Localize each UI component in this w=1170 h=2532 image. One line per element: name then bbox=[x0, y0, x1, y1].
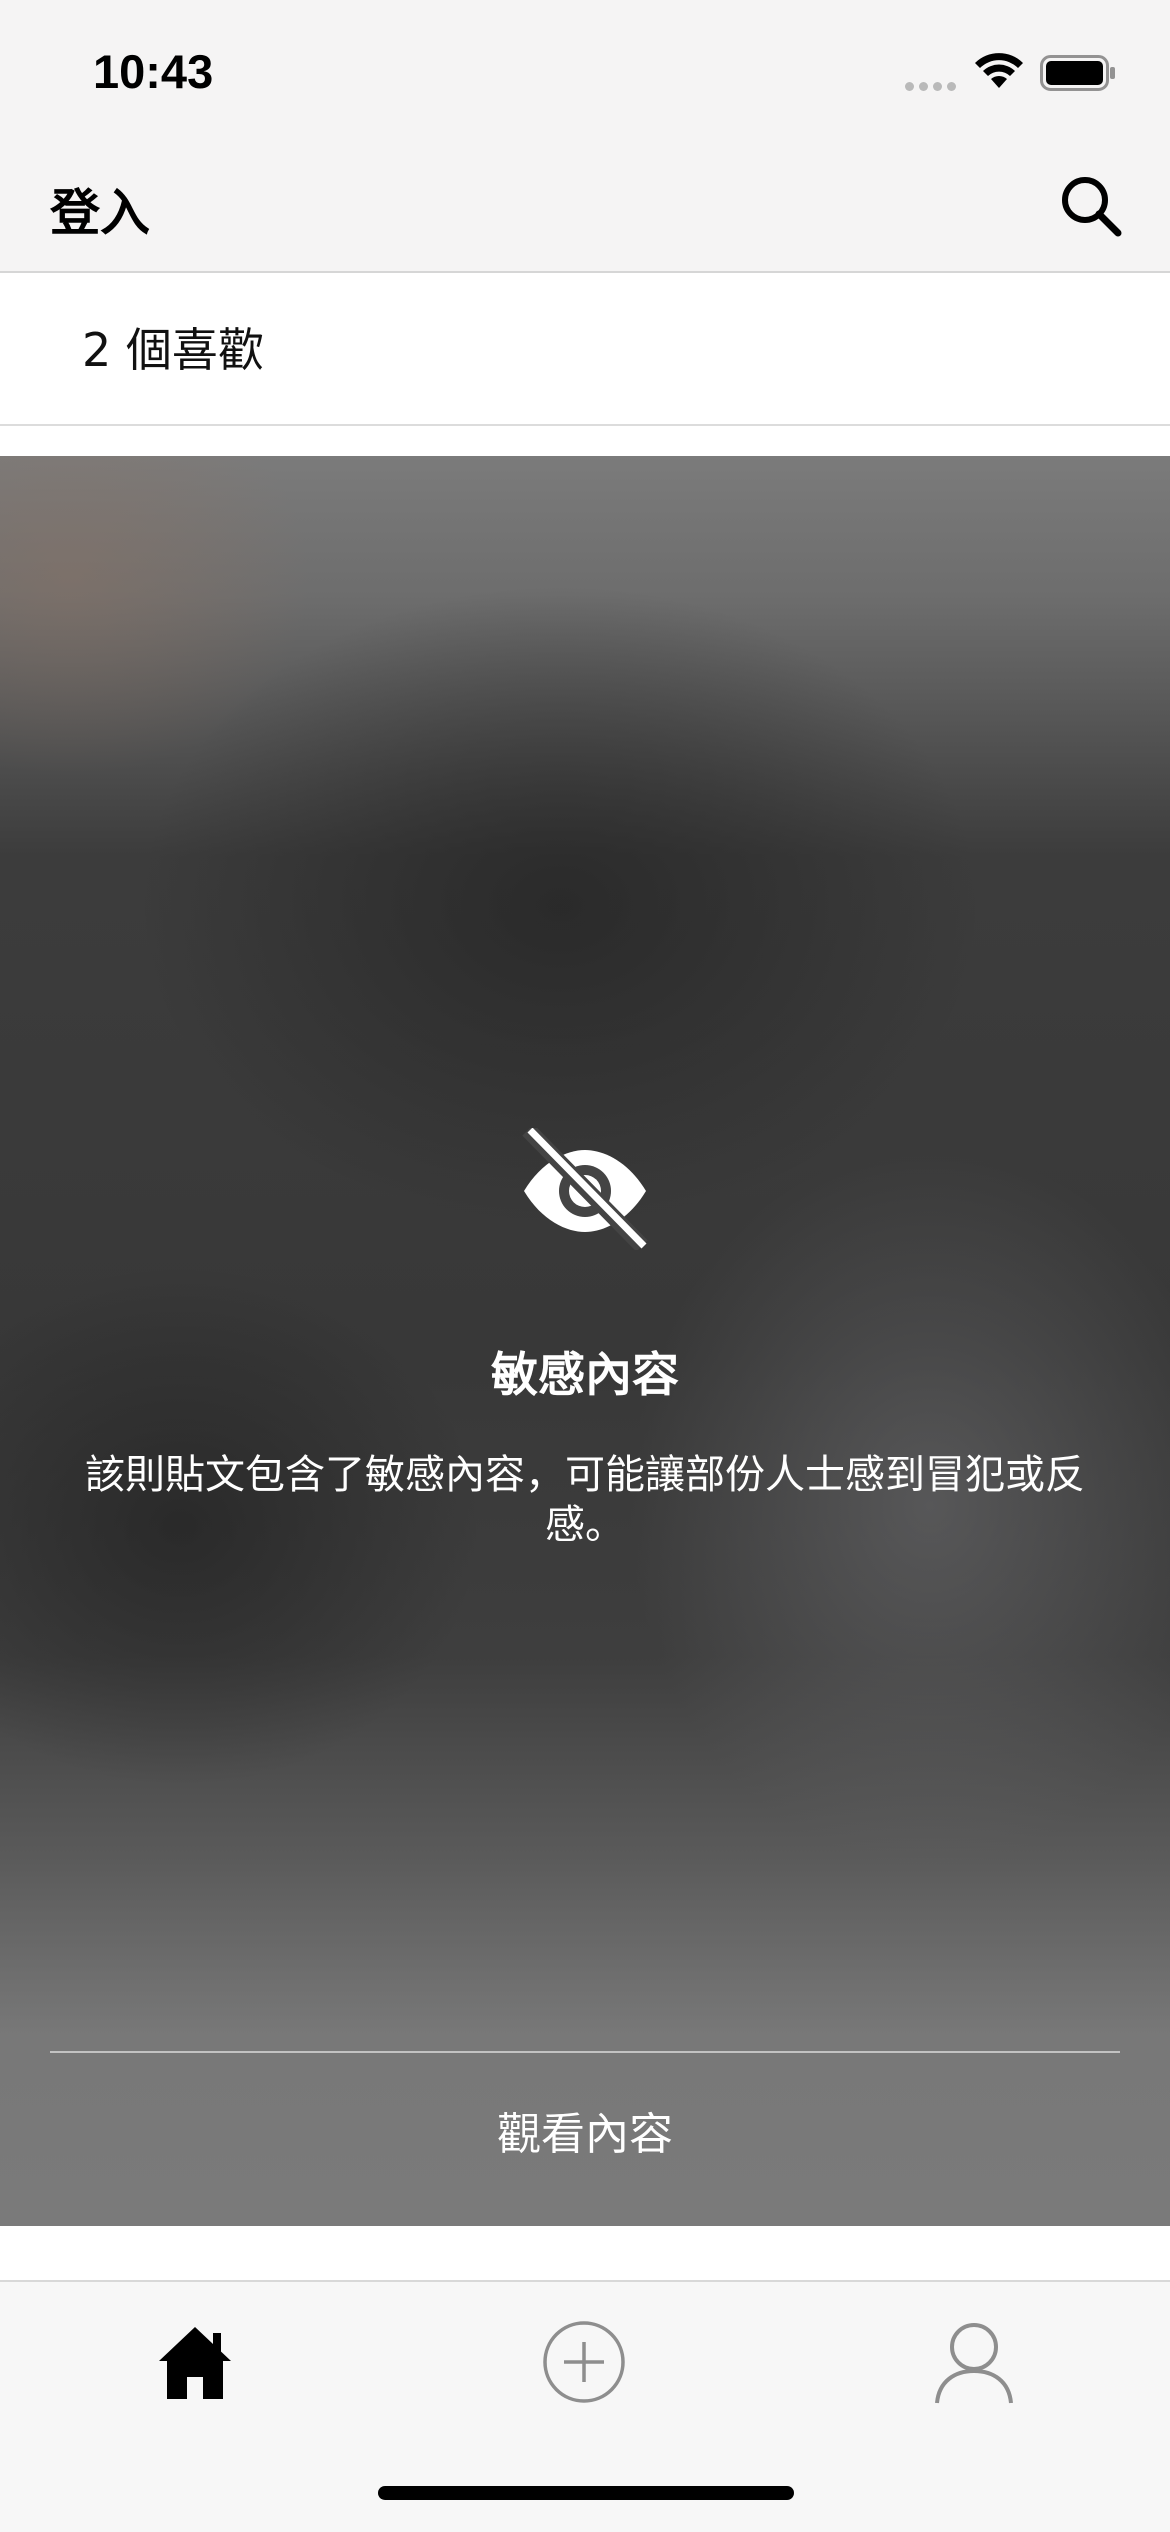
sensitive-title: 敏感內容 bbox=[491, 1348, 679, 1403]
search-icon[interactable] bbox=[1058, 173, 1124, 239]
wifi-icon bbox=[975, 53, 1023, 88]
tab-home[interactable] bbox=[135, 2302, 255, 2422]
home-icon bbox=[159, 2327, 231, 2399]
login-button[interactable]: 登入 bbox=[50, 173, 150, 245]
signal-dots-icon bbox=[905, 82, 956, 91]
status-bar: 10:43 bbox=[0, 0, 1170, 145]
home-indicator bbox=[378, 2486, 794, 2500]
view-content-button[interactable]: 觀看內容 bbox=[0, 2056, 1170, 2226]
status-time: 10:43 bbox=[93, 45, 214, 98]
nav-bar: 登入 bbox=[0, 145, 1170, 273]
likes-count[interactable]: 2 個喜歡 bbox=[82, 314, 264, 380]
add-circle-icon bbox=[543, 2321, 625, 2403]
battery-icon bbox=[1040, 55, 1115, 91]
tab-profile[interactable] bbox=[914, 2302, 1034, 2422]
eye-slash-icon bbox=[522, 1128, 648, 1250]
sensitive-description: 該則貼文包含了敏感內容，可能讓部份人士感到冒犯或反感。 bbox=[85, 1452, 1085, 1548]
likes-row[interactable]: 2 個喜歡 bbox=[0, 274, 1170, 426]
divider bbox=[50, 2051, 1120, 2053]
person-icon bbox=[935, 2323, 1013, 2404]
tab-new-post[interactable] bbox=[524, 2302, 644, 2422]
sensitive-content-overlay: 敏感內容 該則貼文包含了敏感內容，可能讓部份人士感到冒犯或反感。 觀看內容 bbox=[0, 456, 1170, 2226]
